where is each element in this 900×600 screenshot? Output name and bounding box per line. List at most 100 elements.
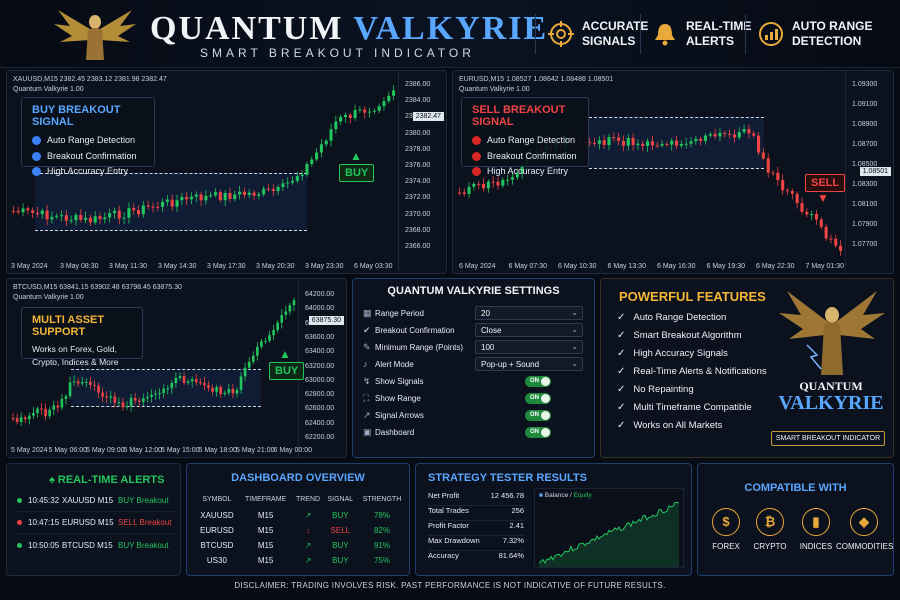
eurusd-chart[interactable]: EURUSD,M15 1.08527 1.08642 1.08488 1.085… (452, 70, 894, 274)
range-period-select[interactable]: 20 ⌄ (475, 306, 583, 320)
candle-body (231, 388, 235, 394)
candle-body (699, 138, 703, 141)
candle-body (641, 143, 645, 146)
candle-body (650, 141, 654, 146)
candle-body (80, 382, 84, 384)
candle-body (805, 211, 809, 215)
header-banner: QUANTUM VALKYRIE SMART BREAKOUT INDICATO… (0, 0, 900, 68)
equity-curve (538, 502, 680, 567)
candle-body (150, 394, 153, 397)
candle-body (178, 376, 182, 378)
candle-body (194, 194, 198, 197)
valkyrie-logo-icon (54, 10, 136, 60)
candle-body (372, 110, 376, 112)
sell-signal-info-box: SELL BREAKOUT SIGNAL Auto Range Detectio… (461, 97, 589, 177)
candle-body (59, 215, 64, 217)
candle-body (55, 215, 59, 217)
price-tick-label: 1.08300 (852, 181, 878, 188)
candle-body (21, 208, 25, 213)
header-feature-realtime-alerts: REAL-TIME ALERTS (652, 14, 751, 54)
candle-body (636, 143, 640, 146)
candle-body (72, 381, 76, 383)
candle-body (56, 405, 60, 408)
candle-body (810, 213, 814, 215)
alert-row[interactable]: 10:50:05 BTCUSD M15 BUY Breakout (17, 534, 177, 556)
show-range-toggle[interactable]: ON (525, 393, 551, 404)
settings-title: QUANTUM VALKYRIE SETTINGS (387, 285, 560, 297)
candle-body (251, 355, 255, 362)
candle-body (501, 179, 505, 186)
dashboard-table: SYMBOL TIMEFRAME TREND SIGNAL STRENGTH XAUUS… (195, 490, 407, 568)
candle-body (52, 405, 56, 410)
buy-signal-label: BUY (339, 164, 375, 182)
feature-item: ✓ Auto Range Detection (617, 312, 727, 323)
candle-body (50, 216, 54, 220)
candle-body (766, 158, 770, 173)
check-icon (32, 167, 41, 177)
dashboard-panel: DASHBOARD OVERVIEW SYMBOL TIMEFRAME TREND S… (186, 463, 410, 576)
dashboard-toggle[interactable]: ON (525, 427, 551, 438)
candle-body (23, 417, 27, 420)
alert-row[interactable]: 10:47:15 EURUSD M15 SELL Breakout (17, 512, 177, 534)
price-tick-label: 62800.00 (305, 391, 335, 399)
candle-body (32, 412, 35, 416)
price-tick-label: 2384.00 (405, 97, 431, 105)
candle-body (213, 192, 218, 196)
breakout-confirmation-select[interactable]: Close ⌄ (475, 323, 583, 337)
candle-body (35, 212, 40, 215)
candle-body (785, 190, 790, 192)
candle-body (209, 195, 213, 197)
candle-body (189, 196, 194, 200)
minimum-range-select[interactable]: 100 ⌄ (475, 340, 583, 354)
candle-body (19, 417, 23, 422)
time-axis: 3 May 2024 3 May 08:30 3 May 11:30 3 May 14… (7, 263, 400, 273)
tester-row: Profit Factor 2.41 (428, 521, 524, 536)
price-tick-label: 1.07900 (852, 221, 878, 228)
signal-arrows-toggle[interactable]: ON (525, 410, 551, 421)
candle-body (286, 182, 290, 184)
candle-body (713, 134, 717, 137)
candle-body (491, 181, 495, 183)
candle-body (602, 140, 606, 146)
alert-row[interactable]: 10:45:32 XAUUSD M15 BUY Breakout (17, 490, 177, 512)
list-item: Auto Range Detection (472, 133, 578, 149)
strategy-tester-panel: STRATEGY TESTER RESULTS Net Profit 12 456… (415, 463, 692, 576)
candle-body (26, 208, 30, 211)
alert-mode-select[interactable]: Pop-up + Sound ⌄ (475, 357, 583, 371)
candle-body (105, 396, 108, 398)
time-tick-label: 6 May 22:30 (756, 263, 795, 270)
candle-body (387, 95, 391, 102)
candle-body (142, 398, 145, 402)
down-arrow-icon: ▼ (817, 191, 829, 205)
setting-show-range: ⛶ Show Range (363, 392, 421, 403)
candle-body (146, 396, 149, 399)
candle-body (462, 192, 466, 194)
btcusd-chart[interactable]: BTCUSD,M15 63841.15 63902.48 63798.45 63… (6, 278, 347, 458)
check-icon: ✓ (617, 312, 626, 323)
price-tick-label: 1.09100 (852, 101, 878, 108)
app-subtitle: SMART BREAKOUT INDICATOR (200, 46, 475, 60)
candle-body (122, 217, 126, 219)
candle-body (655, 145, 659, 147)
candle-body (324, 140, 328, 145)
candle-body (31, 210, 35, 213)
candle-body (223, 392, 227, 394)
disclaimer-text: DISCLAIMER: TRADING INVOLVES RISK. PAST … (234, 581, 666, 590)
logo-tag: SMART BREAKOUT INDICATOR (771, 431, 885, 446)
valkyrie-figure-icon (779, 291, 885, 375)
list-item: Breakout Confirmation (32, 149, 144, 165)
candle-body (85, 381, 88, 383)
candle-body (839, 245, 843, 251)
candle-body (262, 188, 266, 195)
time-tick-label: 3 May 08:30 (60, 263, 99, 270)
header-feature-auto-range: AUTO RANGE DETECTION (758, 14, 872, 54)
time-tick-label: 5 May 06:00 (48, 447, 88, 454)
candle-body (45, 210, 49, 220)
xauusd-chart[interactable]: XAUUSD,M15 2382.45 2383.12 2381.98 2382.… (6, 70, 447, 274)
time-tick-label: 6 May 16:30 (657, 263, 696, 270)
price-tick-label: 2380.00 (405, 129, 431, 137)
bell-icon: ♠ (49, 474, 58, 486)
candle-body (223, 192, 227, 201)
show-signals-toggle[interactable]: ON (525, 376, 551, 387)
candle-body (506, 179, 510, 181)
